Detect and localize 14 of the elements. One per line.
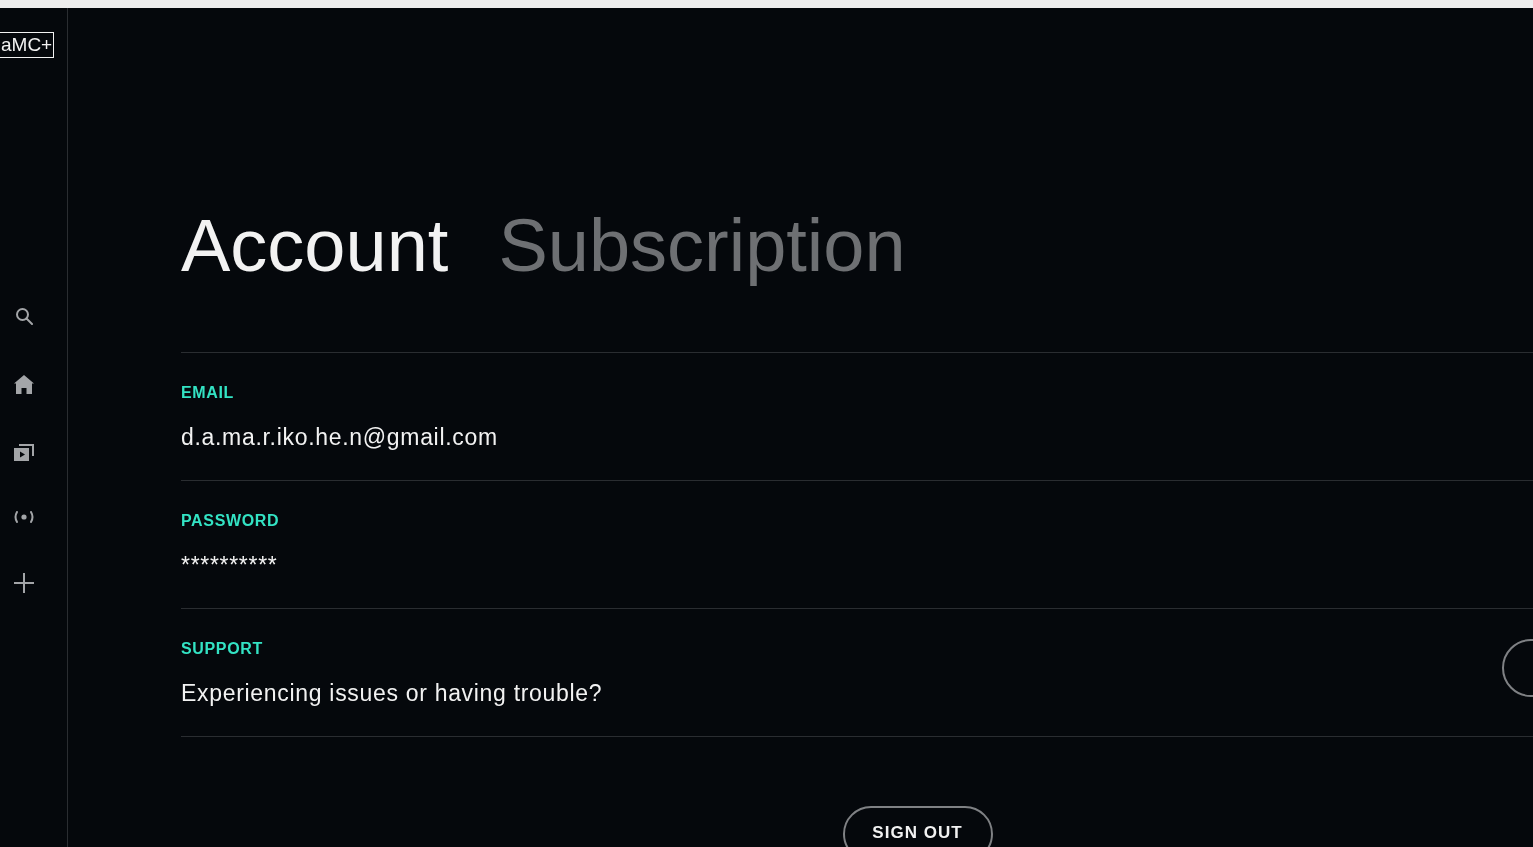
plus-icon[interactable] <box>14 573 34 593</box>
tab[interactable]: Account <box>181 209 449 283</box>
search-icon[interactable] <box>15 307 33 325</box>
section-label: PASSWORD <box>181 511 280 531</box>
home-icon[interactable] <box>14 375 34 394</box>
sign-out-button[interactable]: SIGN OUT <box>842 806 993 847</box>
logo[interactable]: aMC+ <box>0 32 55 58</box>
section-value: d.a.ma.r.iko.he.n@gmail.com <box>181 423 498 452</box>
section-label: EMAIL <box>181 383 234 403</box>
section-label: SUPPORT <box>181 639 263 659</box>
broadcast-icon[interactable] <box>13 511 35 523</box>
video-library-icon[interactable] <box>14 444 34 461</box>
section-value: Experiencing issues or having trouble? <box>181 679 603 708</box>
section-value: ********** <box>181 551 278 580</box>
